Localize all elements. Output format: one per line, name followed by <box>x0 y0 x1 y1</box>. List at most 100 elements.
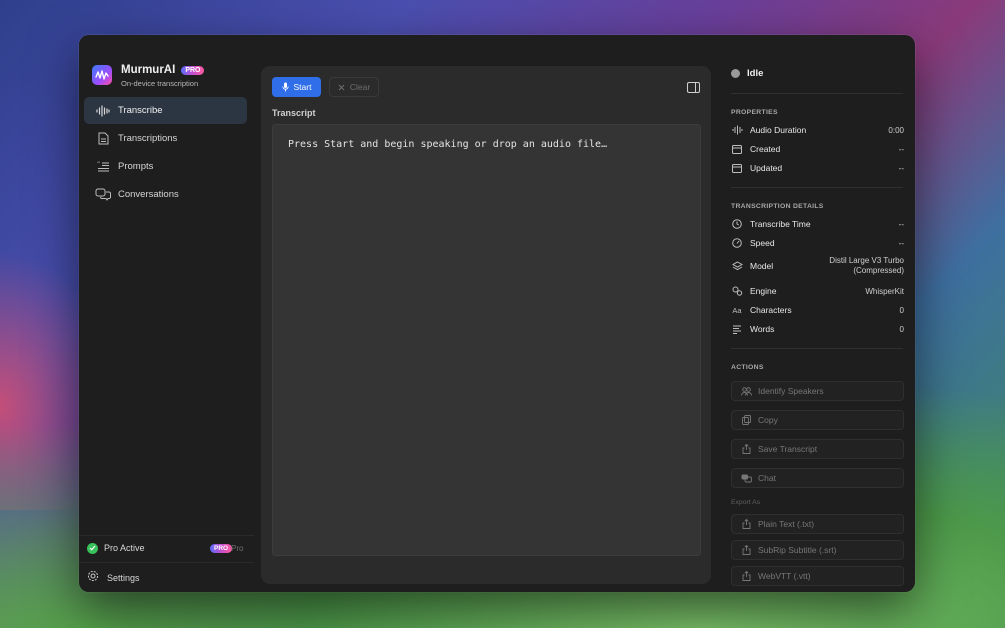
detail-value: 0 <box>899 305 904 315</box>
detail-label: Transcribe Time <box>750 219 811 229</box>
property-row-audio-duration: Audio Duration 0:00 <box>731 124 904 136</box>
prompt-list-icon: “ <box>95 160 111 174</box>
settings-button[interactable]: Settings <box>79 562 254 592</box>
clear-label: Clear <box>349 82 371 92</box>
details-heading: TRANSCRIPTION DETAILS <box>731 203 824 210</box>
export-txt-button[interactable]: Plain Text (.txt) <box>731 514 904 534</box>
divider <box>731 187 903 188</box>
microphone-icon <box>281 82 289 92</box>
app-logo-icon <box>92 65 112 85</box>
identify-speakers-button[interactable]: Identify Speakers <box>731 381 904 401</box>
sidebar: MurmurAI PRO On-device transcription Tra… <box>79 35 254 592</box>
export-vtt-button[interactable]: WebVTT (.vtt) <box>731 566 904 586</box>
share-icon <box>741 545 752 556</box>
toggle-inspector-icon[interactable] <box>687 80 700 93</box>
checkmark-icon <box>87 542 98 554</box>
divider <box>731 348 903 349</box>
detail-row-engine: Engine WhisperKit <box>731 285 904 297</box>
sidebar-item-label: Prompts <box>118 161 154 172</box>
text-lines-icon <box>731 323 743 335</box>
layers-icon <box>731 260 743 272</box>
document-icon <box>95 132 111 146</box>
chat-bubbles-icon <box>741 473 752 484</box>
detail-label: Words <box>750 324 775 334</box>
sidebar-item-conversations[interactable]: Conversations <box>84 181 247 208</box>
svg-text:“: “ <box>97 161 100 168</box>
property-label: Audio Duration <box>750 125 807 135</box>
transcript-placeholder: Press Start and begin speaking or drop a… <box>288 139 608 150</box>
calendar-icon <box>731 143 743 155</box>
chat-button[interactable]: Chat <box>731 468 904 488</box>
property-value: 0:00 <box>888 125 904 135</box>
copy-button[interactable]: Copy <box>731 410 904 430</box>
save-transcript-button[interactable]: Save Transcript <box>731 439 904 459</box>
detail-row-speed: Speed -- <box>731 237 904 249</box>
pro-text: Pro <box>231 543 244 553</box>
chat-bubbles-icon <box>95 188 111 202</box>
detail-value: 0 <box>899 324 904 334</box>
detail-value: -- <box>898 238 904 248</box>
export-srt-button[interactable]: SubRip Subtitle (.srt) <box>731 540 904 560</box>
detail-value: Distil Large V3 Turbo (Compressed) <box>829 256 904 276</box>
sidebar-item-label: Transcriptions <box>118 133 178 144</box>
app-subtitle: On-device transcription <box>121 79 199 88</box>
property-value: -- <box>898 144 904 154</box>
waveform-icon <box>95 104 111 118</box>
detail-row-words: Words 0 <box>731 323 904 335</box>
properties-heading: PROPERTIES <box>731 109 778 116</box>
model-name-line: Distil Large V3 Turbo <box>829 256 904 265</box>
pro-status-row[interactable]: Pro Active PRO Pro <box>79 535 254 560</box>
property-row-created: Created -- <box>731 143 904 155</box>
people-icon <box>741 386 752 397</box>
pro-badge: PRO <box>181 65 205 75</box>
close-icon <box>338 84 345 91</box>
export-as-heading: Export As <box>731 499 761 506</box>
export-label: SubRip Subtitle (.srt) <box>758 545 837 555</box>
status-dot <box>731 69 740 78</box>
pro-status-label: Pro Active <box>104 543 145 553</box>
property-value: -- <box>898 163 904 173</box>
sidebar-item-prompts[interactable]: “ Prompts <box>84 153 247 180</box>
sidebar-item-label: Conversations <box>118 189 179 200</box>
speedometer-icon <box>731 237 743 249</box>
detail-value: -- <box>898 219 904 229</box>
clear-button[interactable]: Clear <box>329 77 379 97</box>
transcript-text-area[interactable]: Press Start and begin speaking or drop a… <box>272 124 701 556</box>
detail-label: Engine <box>750 286 777 296</box>
app-name: MurmurAI <box>121 64 176 76</box>
share-icon <box>741 519 752 530</box>
detail-value: WhisperKit <box>865 286 904 296</box>
detail-row-model: Model Distil Large V3 Turbo (Compressed) <box>731 256 904 276</box>
share-icon <box>741 444 752 455</box>
divider <box>731 93 903 94</box>
pro-badge: PRO <box>210 543 233 553</box>
gear-icon <box>87 569 99 587</box>
property-row-updated: Updated -- <box>731 162 904 174</box>
export-label: WebVTT (.vtt) <box>758 571 811 581</box>
actions-heading: ACTIONS <box>731 364 764 371</box>
detail-label: Speed <box>750 238 775 248</box>
detail-label: Characters <box>750 305 792 315</box>
action-label: Chat <box>758 473 776 483</box>
sidebar-item-label: Transcribe <box>118 105 163 116</box>
sidebar-item-transcribe[interactable]: Transcribe <box>84 97 247 124</box>
action-label: Save Transcript <box>758 444 818 454</box>
inspector-panel: Idle PROPERTIES Audio Duration 0:00 Crea… <box>731 35 915 592</box>
property-label: Updated <box>750 163 783 173</box>
calendar-icon <box>731 162 743 174</box>
start-button[interactable]: Start <box>272 77 321 97</box>
detail-label: Model <box>750 261 774 271</box>
action-label: Identify Speakers <box>758 386 824 396</box>
status-indicator: Idle <box>731 68 763 79</box>
brand: MurmurAI PRO On-device transcription <box>92 64 205 88</box>
export-label: Plain Text (.txt) <box>758 519 815 529</box>
status-text: Idle <box>747 68 764 79</box>
transcript-heading: Transcript <box>272 108 316 118</box>
start-label: Start <box>293 82 312 92</box>
sidebar-item-transcriptions[interactable]: Transcriptions <box>84 125 247 152</box>
model-variant-line: (Compressed) <box>853 266 904 275</box>
settings-label: Settings <box>107 572 140 583</box>
action-label: Copy <box>758 415 778 425</box>
detail-row-characters: Aa Characters 0 <box>731 304 904 316</box>
app-window: MurmurAI PRO On-device transcription Tra… <box>79 35 915 592</box>
